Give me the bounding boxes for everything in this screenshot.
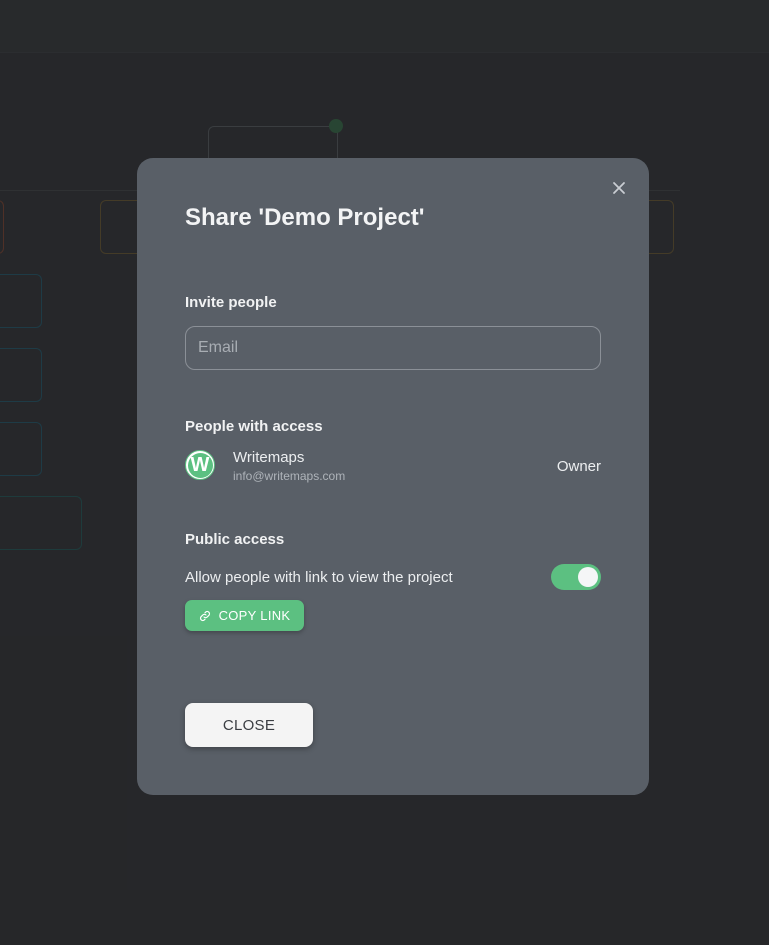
- public-access-label: Public access: [185, 531, 285, 548]
- dialog-title: Share 'Demo Project': [185, 204, 425, 231]
- access-label: People with access: [185, 418, 323, 435]
- public-access-toggle[interactable]: [551, 564, 601, 590]
- share-dialog: Share 'Demo Project' Invite people Peopl…: [137, 158, 649, 795]
- invite-label: Invite people: [185, 294, 277, 311]
- email-input[interactable]: [185, 326, 601, 370]
- copy-link-label: COPY LINK: [218, 608, 291, 623]
- close-icon[interactable]: [609, 178, 629, 198]
- user-email: info@writemaps.com: [233, 469, 346, 483]
- public-access-description: Allow people with link to view the proje…: [185, 569, 453, 586]
- user-role: Owner: [556, 458, 601, 475]
- user-name: Writemaps: [233, 449, 305, 466]
- link-icon: [199, 610, 210, 621]
- copy-link-button[interactable]: COPY LINK: [185, 600, 304, 631]
- avatar: W: [185, 450, 215, 480]
- toggle-knob: [578, 567, 598, 587]
- close-button[interactable]: CLOSE: [185, 703, 313, 747]
- avatar-letter: W: [187, 452, 213, 478]
